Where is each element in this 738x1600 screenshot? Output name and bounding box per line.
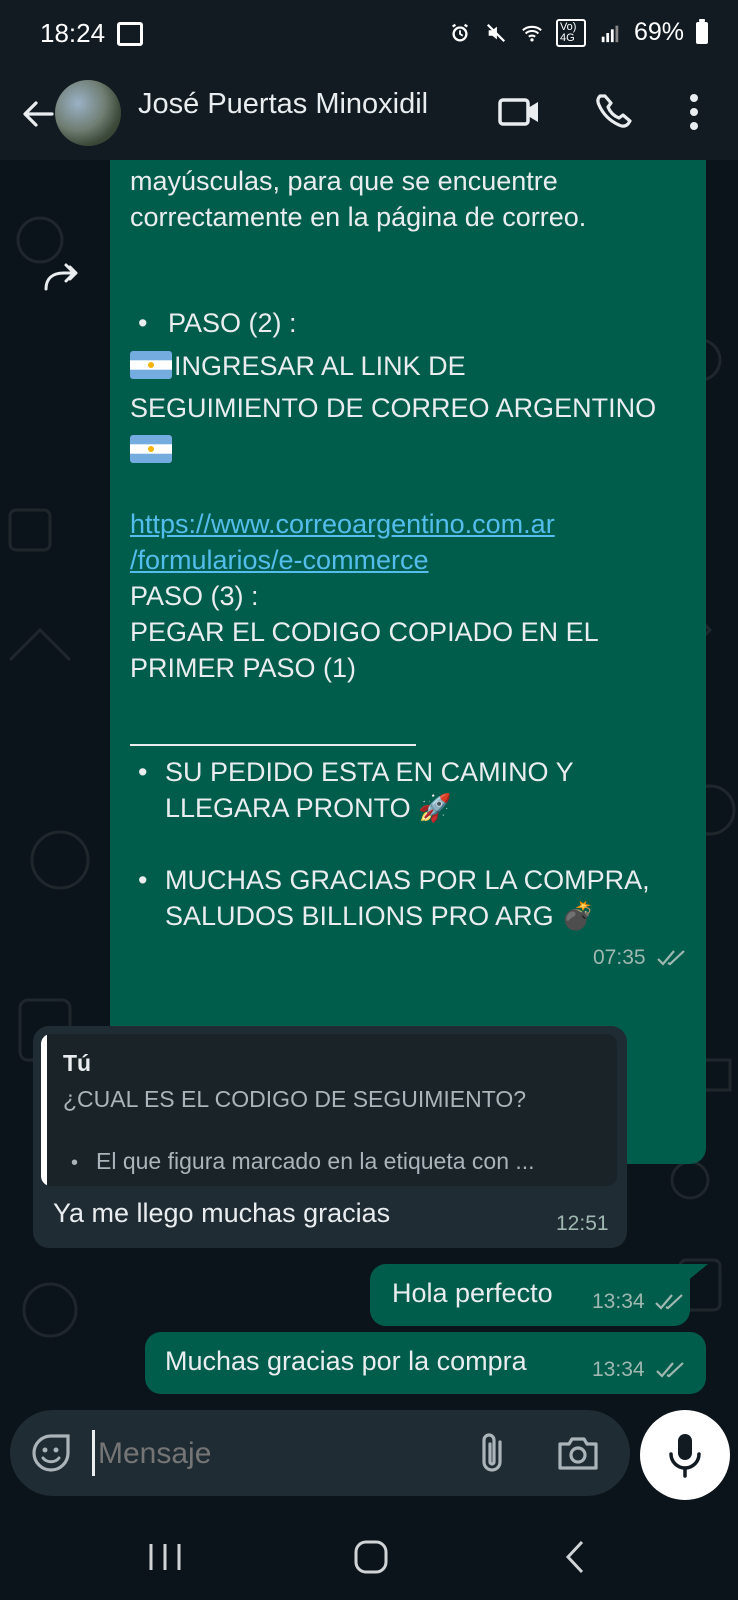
more-options-icon[interactable] <box>670 88 718 136</box>
volte-4g-icon: Vo) 4G <box>555 18 586 47</box>
alarm-icon <box>451 23 468 41</box>
gallery-notification-icon <box>117 22 143 46</box>
quote-accent-bar <box>41 1034 47 1186</box>
contact-avatar[interactable] <box>55 80 121 146</box>
bullet: • <box>138 757 148 787</box>
message-time: 12:51 <box>556 1212 609 1235</box>
back-nav-icon[interactable] <box>560 1538 590 1576</box>
message-text: PEGAR EL CODIGO COPIADO EN EL <box>130 617 599 647</box>
divider-line <box>130 744 416 746</box>
message-line <box>130 432 174 468</box>
read-receipt-icon <box>655 1294 683 1310</box>
contact-name[interactable]: José Puertas Minoxidil <box>138 88 428 121</box>
message-text: Muchas gracias por la compra <box>165 1346 527 1376</box>
microphone-icon <box>669 1434 701 1478</box>
message-line: INGRESAR AL LINK DE <box>130 348 466 384</box>
message-text: MUCHAS GRACIAS POR LA COMPRA, <box>165 865 650 895</box>
read-receipt-icon <box>656 1362 684 1378</box>
home-icon[interactable] <box>352 1538 390 1576</box>
quoted-message[interactable]: Tú ¿CUAL ES EL CODIGO DE SEGUIMIENTO? • … <box>41 1034 617 1186</box>
chat-header: José Puertas Minoxidil <box>0 70 738 160</box>
recent-apps-icon[interactable] <box>145 1540 185 1574</box>
argentina-flag-icon <box>130 435 172 463</box>
phone-call-icon[interactable] <box>590 88 638 136</box>
message-bubble-outgoing[interactable]: mayúsculas, para que se encuentre correc… <box>110 160 706 1164</box>
message-bubble-outgoing[interactable]: Muchas gracias por la compra 13:34 <box>145 1332 706 1394</box>
message-text: correctamente en la página de correo. <box>130 202 587 232</box>
message-bubble-outgoing[interactable]: Hola perfecto 13:34 <box>370 1264 690 1326</box>
mute-icon <box>486 23 506 42</box>
wifi-icon <box>522 25 542 42</box>
message-text: INGRESAR AL LINK DE <box>174 351 466 381</box>
message-text: SALUDOS BILLIONS PRO ARG 💣 <box>165 901 595 931</box>
message-input[interactable] <box>96 1426 460 1482</box>
bullet: • <box>71 1152 79 1174</box>
message-text: LLEGARA PRONTO 🚀 <box>165 793 452 823</box>
message-text: PRIMER PASO (1) <box>130 653 357 683</box>
message-text: SEGUIMIENTO DE CORREO ARGENTINO <box>130 393 657 423</box>
read-receipt-icon <box>657 950 685 966</box>
quote-text: ¿CUAL ES EL CODIGO DE SEGUIMIENTO? <box>63 1086 527 1112</box>
system-navigation-bar <box>0 1510 738 1600</box>
message-time: 07:35 <box>593 946 646 969</box>
status-time: 18:24 <box>40 18 106 48</box>
message-bubble-incoming[interactable]: Tú ¿CUAL ES EL CODIGO DE SEGUIMIENTO? • … <box>33 1026 627 1248</box>
message-text: Ya me llego muchas gracias <box>53 1198 391 1228</box>
message-text: Hola perfecto <box>392 1278 553 1308</box>
quote-text: El que figura marcado en la etiqueta con… <box>96 1148 535 1174</box>
message-text: PASO (2) : <box>168 308 297 338</box>
video-call-icon[interactable] <box>496 88 544 136</box>
quote-author: Tú <box>63 1050 92 1076</box>
message-composer <box>10 1410 630 1496</box>
bullet: • <box>138 308 148 338</box>
chat-area[interactable]: mayúsculas, para que se encuentre correc… <box>0 160 738 1400</box>
forward-icon[interactable] <box>40 255 84 299</box>
bullet: • <box>138 865 148 895</box>
battery-percent: 69% <box>633 18 684 46</box>
status-bar: 18:24 Vo) 4G 69% <box>0 0 738 70</box>
voice-record-button[interactable] <box>640 1410 730 1500</box>
tracking-link[interactable]: /formularios/e-commerce <box>130 542 429 578</box>
argentina-flag-icon <box>130 351 172 379</box>
message-text: SU PEDIDO ESTA EN CAMINO Y <box>165 757 574 787</box>
status-icons: Vo) 4G 69% <box>448 18 708 47</box>
attach-icon[interactable] <box>472 1430 512 1476</box>
battery-icon <box>696 18 708 44</box>
signal-icon <box>601 25 619 42</box>
message-text: mayúsculas, para que se encuentre <box>130 166 558 196</box>
message-text: PASO (3) : <box>130 581 259 611</box>
emoji-sticker-icon[interactable] <box>30 1432 72 1474</box>
message-time: 13:34 <box>592 1290 645 1313</box>
back-arrow-icon[interactable] <box>18 94 58 134</box>
text-cursor <box>92 1430 95 1476</box>
camera-icon[interactable] <box>556 1432 600 1474</box>
bubble-tail <box>686 1264 708 1282</box>
message-time: 13:34 <box>592 1358 645 1381</box>
tracking-link[interactable]: https://www.correoargentino.com.ar <box>130 506 555 542</box>
